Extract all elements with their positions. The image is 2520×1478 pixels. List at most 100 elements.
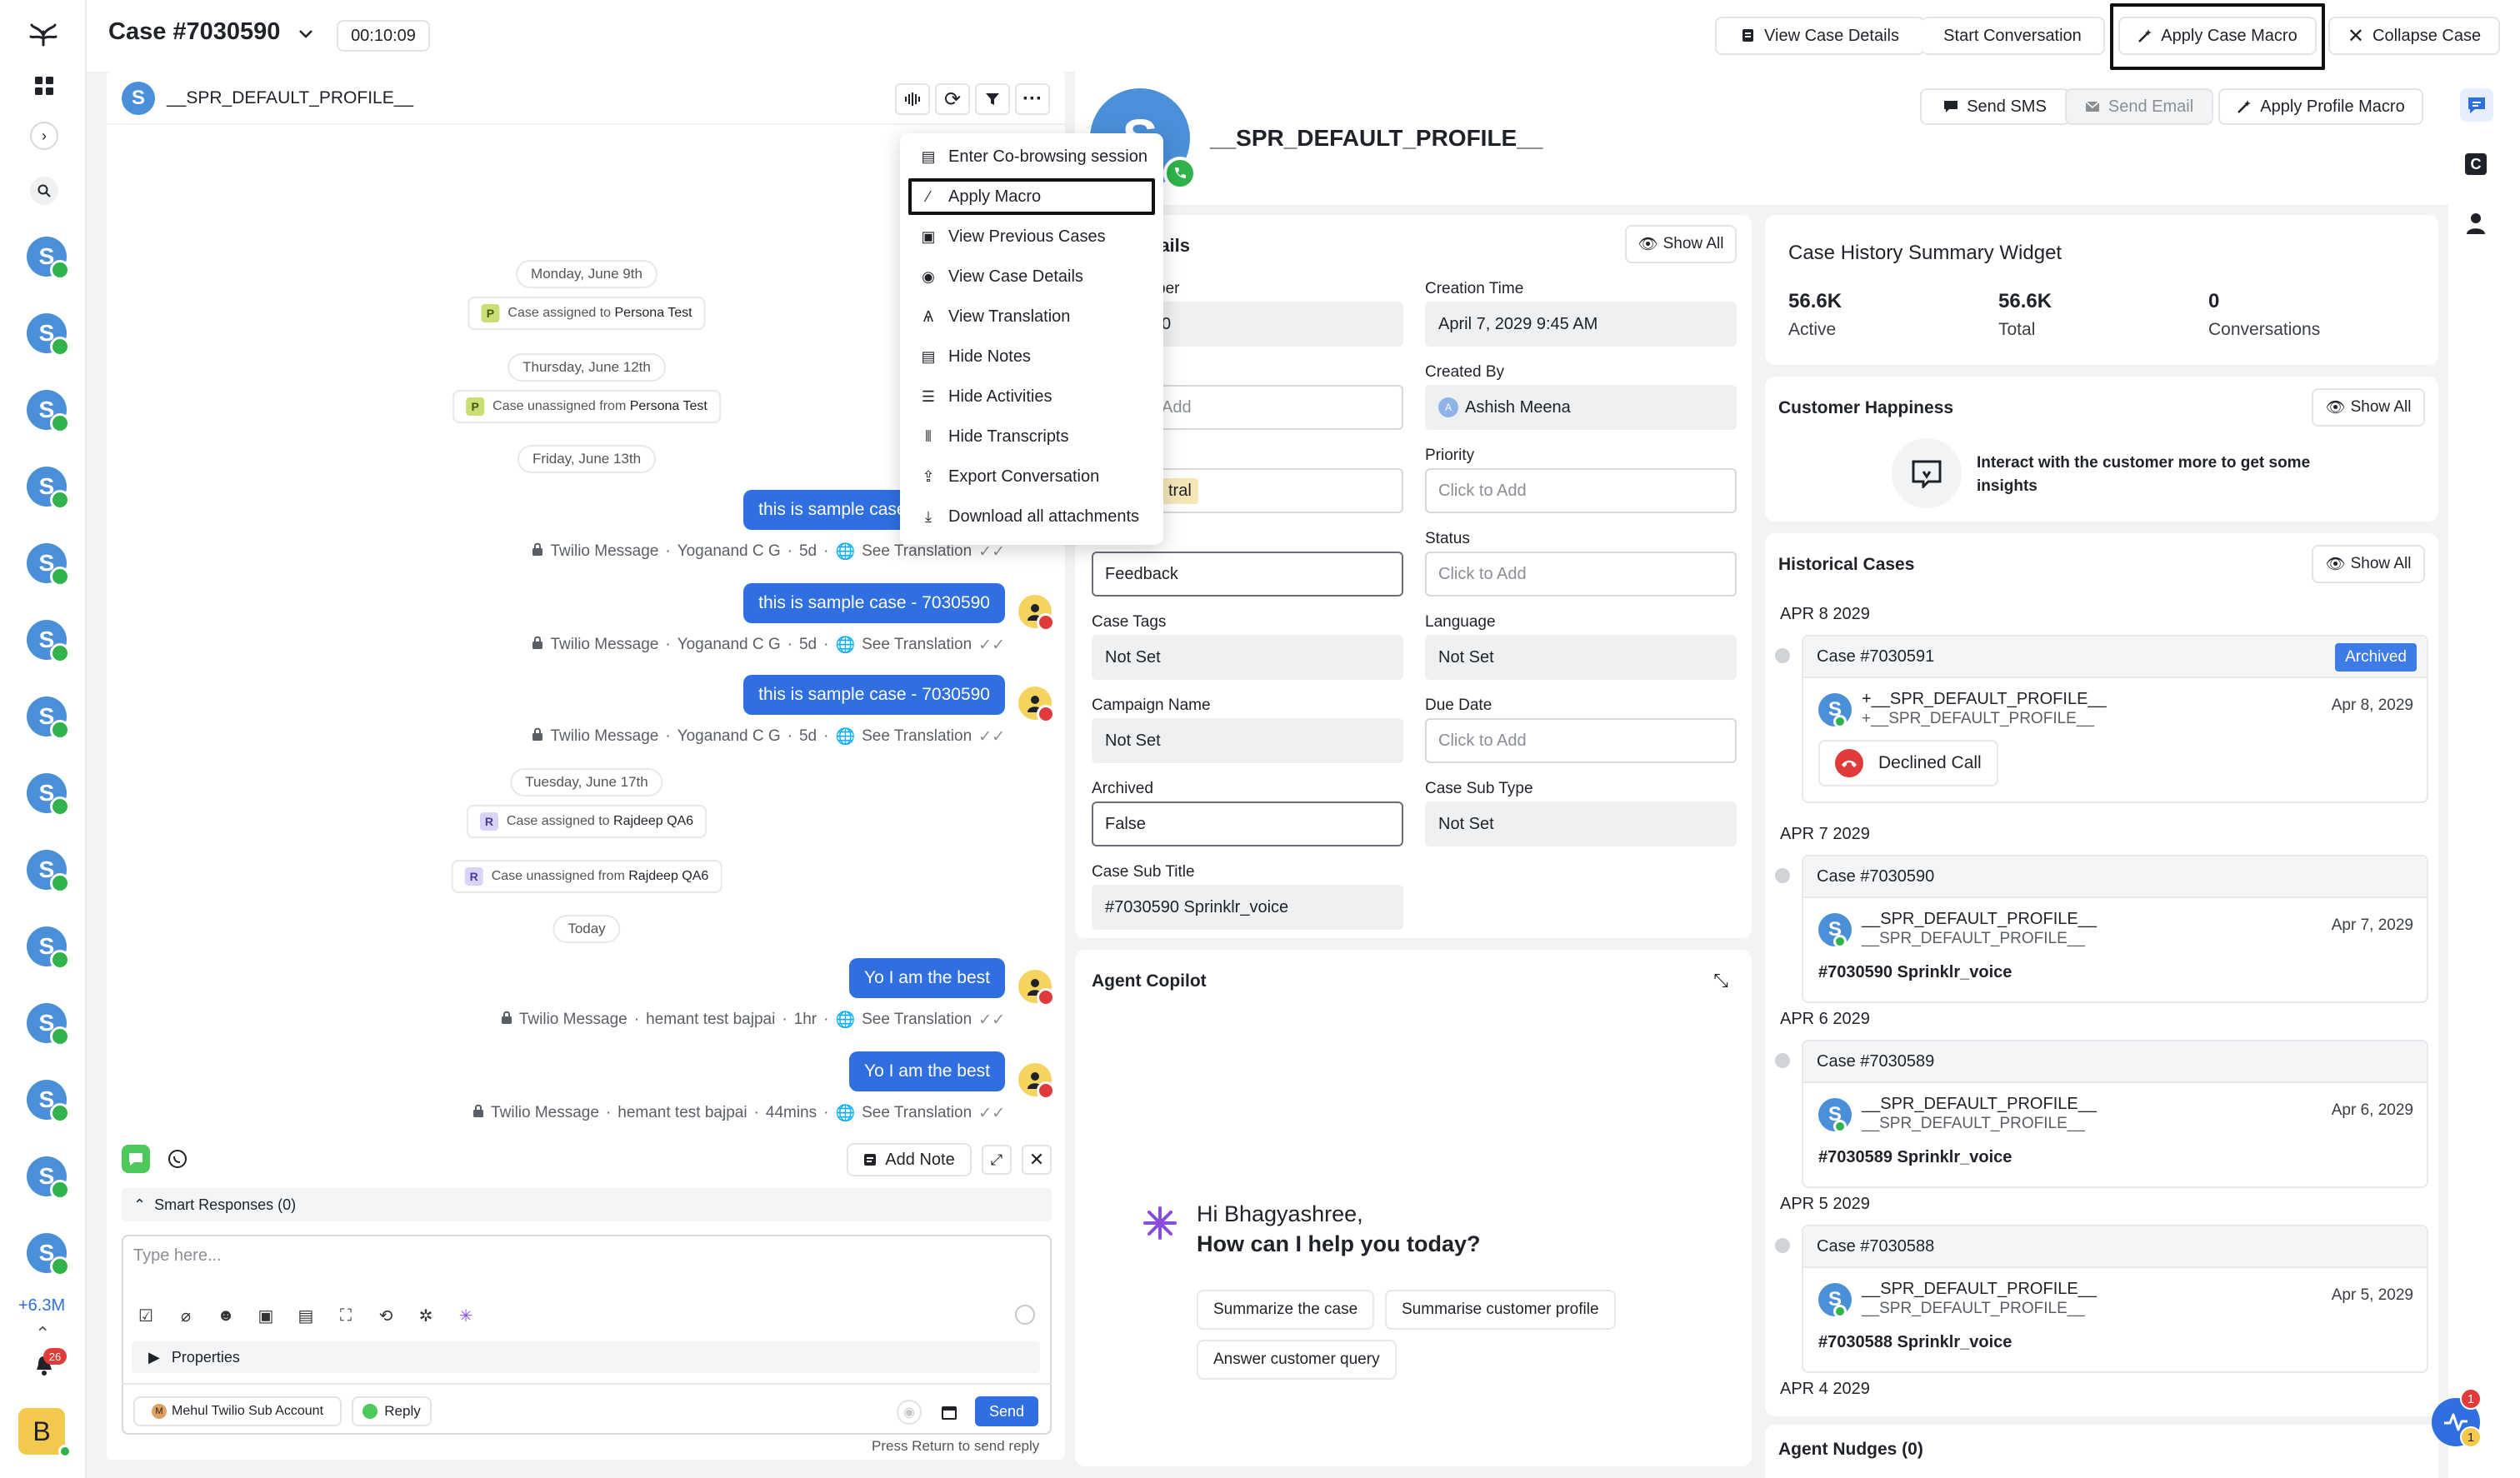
suggestion-summarize-case[interactable]: Summarize the case bbox=[1197, 1290, 1375, 1330]
queue-avatar[interactable]: S bbox=[27, 926, 70, 970]
details-show-all-button[interactable]: 👁 Show All bbox=[1625, 225, 1737, 263]
menu-item[interactable]: ▤ Enter Co-browsing session bbox=[908, 138, 1155, 175]
menu-item[interactable]: Ѧ View Translation bbox=[908, 298, 1155, 335]
chat-widget-icon[interactable] bbox=[2460, 88, 2493, 122]
menu-item[interactable]: ▤ Hide Notes bbox=[908, 338, 1155, 375]
historical-case-id[interactable]: Case #7030589 bbox=[1817, 1052, 1934, 1071]
historical-case-id[interactable]: Case #7030590 bbox=[1817, 867, 1934, 886]
emoji-icon[interactable]: ☻ bbox=[215, 1305, 237, 1326]
historical-show-all-button[interactable]: 👁 Show All bbox=[2312, 545, 2425, 583]
field-value[interactable]: Click to Add bbox=[1425, 718, 1737, 763]
search-icon[interactable] bbox=[30, 177, 58, 205]
more-options-icon[interactable]: ··· bbox=[1015, 83, 1050, 115]
menu-item[interactable]: ◉ View Case Details bbox=[908, 258, 1155, 295]
preview-eye-icon[interactable]: ◉ bbox=[897, 1400, 922, 1425]
send-email-button[interactable]: Send Email bbox=[2065, 88, 2213, 125]
field-value[interactable]: Click to Add bbox=[1425, 468, 1737, 513]
suggestion-answer-query[interactable]: Answer customer query bbox=[1197, 1340, 1397, 1380]
case-dropdown-chevron-icon[interactable] bbox=[293, 22, 318, 47]
see-translation-link[interactable]: See Translation bbox=[862, 727, 972, 746]
menu-item[interactable]: ⇪ Export Conversation bbox=[908, 458, 1155, 495]
queue-avatar[interactable]: S bbox=[27, 1080, 70, 1123]
message-bubble[interactable]: Yo I am the best bbox=[849, 1051, 1005, 1091]
send-button[interactable]: Send bbox=[975, 1396, 1038, 1426]
whatsapp-icon[interactable] bbox=[165, 1146, 190, 1171]
audio-wave-icon[interactable] bbox=[895, 83, 930, 115]
see-translation-link[interactable]: See Translation bbox=[862, 636, 972, 654]
filter-funnel-icon[interactable] bbox=[975, 83, 1010, 115]
menu-item[interactable]: ⤓ Download all attachments bbox=[908, 498, 1155, 535]
queue-avatar[interactable]: S bbox=[27, 1156, 70, 1200]
message-bubble[interactable]: this is sample case - 7030590 bbox=[743, 583, 1005, 623]
add-note-button[interactable]: Add Note bbox=[847, 1143, 972, 1176]
view-case-details-button[interactable]: View Case Details bbox=[1715, 17, 1925, 55]
queue-avatar[interactable]: S bbox=[27, 620, 70, 663]
checkbox-icon[interactable]: ☑ bbox=[135, 1305, 157, 1326]
historical-case-card[interactable]: Case #7030591 Archived S +__SPR_DEFAULT_PRO… bbox=[1802, 635, 2428, 803]
suggestion-summarise-profile[interactable]: Summarise customer profile bbox=[1385, 1290, 1616, 1330]
see-translation-link[interactable]: See Translation bbox=[862, 542, 972, 561]
queue-avatar[interactable]: S bbox=[27, 850, 70, 893]
field-value[interactable]: Not Set bbox=[1425, 635, 1737, 680]
ai-sparkle-icon[interactable]: ✳ bbox=[455, 1305, 477, 1326]
happiness-show-all-button[interactable]: 👁 Show All bbox=[2312, 388, 2425, 427]
person-icon[interactable] bbox=[2463, 210, 2488, 237]
sync-icon[interactable]: ⟲ bbox=[375, 1305, 397, 1326]
calendar-icon[interactable] bbox=[937, 1400, 962, 1425]
apply-profile-macro-button[interactable]: Apply Profile Macro bbox=[2218, 88, 2423, 125]
expand-chevron-icon[interactable]: › bbox=[30, 122, 58, 150]
historical-case-id[interactable]: Case #7030588 bbox=[1817, 1237, 1934, 1256]
see-translation-link[interactable]: See Translation bbox=[862, 1011, 972, 1029]
queue-avatar[interactable]: S bbox=[27, 543, 70, 587]
field-value[interactable]: Click to Add bbox=[1425, 552, 1737, 597]
historical-case-card[interactable]: Case #7030590 S __SPR_DEFAULT_PROFILE__ __S… bbox=[1802, 855, 2428, 1003]
queue-avatar[interactable]: S bbox=[27, 1003, 70, 1046]
message-bubble[interactable]: this is sample case - 7030590 bbox=[743, 675, 1005, 715]
menu-item[interactable]: ☰ Hide Activities bbox=[908, 378, 1155, 415]
conversation-profile-name[interactable]: __SPR_DEFAULT_PROFILE__ bbox=[167, 88, 413, 108]
properties-toggle[interactable]: ▶ Properties bbox=[132, 1341, 1040, 1373]
queue-avatar[interactable]: S bbox=[27, 313, 70, 357]
field-value[interactable]: A Ashish Meena bbox=[1425, 385, 1737, 430]
sprinklr-icon[interactable]: ✲ bbox=[415, 1305, 437, 1326]
conversation-profile-avatar[interactable]: S bbox=[122, 82, 155, 115]
close-composer-icon[interactable]: ✕ bbox=[1022, 1145, 1052, 1175]
sprinklr-logo-icon[interactable] bbox=[27, 18, 60, 52]
queue-count[interactable]: +6.3M bbox=[18, 1296, 65, 1316]
smart-responses-toggle[interactable]: ⌃ Smart Responses (0) bbox=[122, 1188, 1052, 1221]
queue-avatar[interactable]: S bbox=[27, 1233, 70, 1276]
expand-icon[interactable]: ⛶ bbox=[335, 1305, 357, 1326]
menu-item[interactable]: ⦀ Hide Transcripts bbox=[908, 418, 1155, 455]
user-avatar[interactable]: B bbox=[18, 1408, 65, 1455]
collapse-up-chevron-icon[interactable]: ⌃ bbox=[35, 1323, 50, 1345]
queue-avatar[interactable]: S bbox=[27, 237, 70, 280]
message-bubble[interactable]: Yo I am the best bbox=[849, 958, 1005, 998]
case-c-icon[interactable]: C bbox=[2465, 153, 2487, 175]
field-value[interactable]: Not Set bbox=[1092, 718, 1403, 763]
field-value[interactable]: #7030590 Sprinklr_voice bbox=[1092, 885, 1403, 930]
reply-mode-button[interactable]: Reply bbox=[352, 1396, 432, 1426]
historical-case-id[interactable]: Case #7030591 bbox=[1817, 647, 1934, 667]
popout-icon[interactable]: ⤢ bbox=[982, 1145, 1012, 1175]
composer-radio[interactable] bbox=[1015, 1305, 1035, 1325]
field-value[interactable]: Not Set bbox=[1092, 635, 1403, 680]
see-translation-link[interactable]: See Translation bbox=[862, 1104, 972, 1122]
queue-avatar[interactable]: S bbox=[27, 773, 70, 816]
field-value[interactable]: April 7, 2029 9:45 AM bbox=[1425, 302, 1737, 347]
field-value[interactable]: False bbox=[1092, 801, 1403, 846]
composer-input[interactable]: Type here... bbox=[133, 1246, 1033, 1271]
minimize-icon[interactable]: ⤡ bbox=[1707, 966, 1735, 995]
menu-item[interactable]: ⁄ Apply Macro bbox=[908, 178, 1155, 215]
account-selector[interactable]: M Mehul Twilio Sub Account bbox=[133, 1396, 342, 1426]
sms-channel-icon[interactable] bbox=[122, 1145, 150, 1173]
collapse-case-button[interactable]: ✕ Collapse Case bbox=[2328, 17, 2500, 55]
apply-case-macro-button[interactable]: Apply Case Macro bbox=[2118, 17, 2317, 55]
queue-avatar[interactable]: S bbox=[27, 697, 70, 740]
start-conversation-button[interactable]: Start Conversation bbox=[1922, 17, 2105, 55]
refresh-icon[interactable]: ⟳ bbox=[935, 83, 970, 115]
historical-case-card[interactable]: Case #7030588 S __SPR_DEFAULT_PROFILE__ __S… bbox=[1802, 1225, 2428, 1373]
template-icon[interactable]: ▤ bbox=[295, 1305, 317, 1326]
historical-case-card[interactable]: Case #7030589 S __SPR_DEFAULT_PROFILE__ __S… bbox=[1802, 1040, 2428, 1188]
send-sms-button[interactable]: Send SMS bbox=[1920, 88, 2070, 125]
queue-avatar[interactable]: S bbox=[27, 467, 70, 510]
